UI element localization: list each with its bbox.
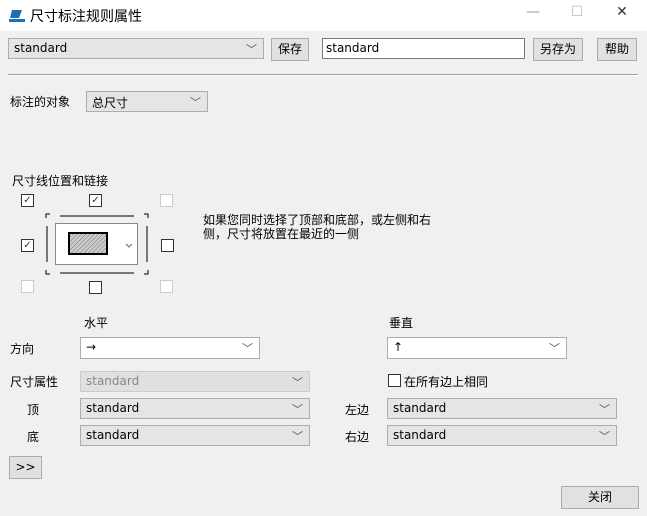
- checkbox-right[interactable]: [161, 239, 174, 252]
- help-button[interactable]: 帮助: [597, 38, 637, 61]
- direction-label: 方向: [10, 342, 35, 356]
- attributes-value: standard: [86, 374, 140, 388]
- same-all-sides-label: 在所有边上相同: [404, 375, 489, 389]
- right-select[interactable]: standard ﹀: [387, 425, 617, 446]
- chevron-down-icon: ﹀: [599, 430, 610, 443]
- vertical-direction-value: ↑: [393, 340, 404, 354]
- same-all-sides-checkbox[interactable]: [388, 374, 401, 387]
- save-button[interactable]: 保存: [271, 38, 309, 61]
- position-note: 如果您同时选择了顶部和底部，或左侧和右侧，尺寸将放置在最近的一侧: [203, 213, 432, 241]
- horizontal-direction-value: →: [86, 340, 97, 354]
- attributes-label: 尺寸属性: [10, 375, 59, 389]
- checkbox-top-right: [160, 194, 173, 207]
- right-label: 右边: [345, 430, 370, 444]
- name-input[interactable]: standard: [322, 38, 525, 59]
- left-label: 左边: [345, 403, 370, 417]
- rule-select[interactable]: standard ﹀: [8, 38, 264, 59]
- close-window-button[interactable]: ✕: [610, 4, 634, 26]
- right-value: standard: [393, 428, 447, 442]
- bottom-value: standard: [86, 428, 140, 442]
- checkbox-bottom[interactable]: [89, 281, 102, 294]
- checkbox-top-left[interactable]: ✓: [21, 194, 34, 207]
- save-as-button[interactable]: 另存为: [533, 38, 583, 61]
- app-icon: [9, 10, 25, 22]
- top-select[interactable]: standard ﹀: [80, 398, 310, 419]
- close-button[interactable]: 关闭: [561, 486, 639, 509]
- minimize-button[interactable]: —: [521, 4, 545, 26]
- chevron-down-icon: ﹀: [549, 342, 560, 355]
- checkbox-bottom-right: [160, 280, 173, 293]
- bottom-label: 底: [27, 430, 40, 444]
- chevron-down-icon: ﹀: [292, 430, 303, 443]
- top-label: 顶: [27, 403, 40, 417]
- attributes-select: standard ﹀: [80, 371, 310, 392]
- title-bar: 尺寸标注规则属性 — ☐ ✕: [0, 0, 647, 31]
- maximize-button[interactable]: ☐: [565, 4, 589, 26]
- divider: [8, 74, 638, 76]
- more-button[interactable]: >>: [9, 456, 42, 479]
- chevron-down-icon: ﹀: [599, 403, 610, 416]
- top-value: standard: [86, 401, 140, 415]
- target-select[interactable]: 总尺寸 ﹀: [86, 91, 208, 112]
- target-value: 总尺寸: [92, 96, 129, 110]
- bottom-select[interactable]: standard ﹀: [80, 425, 310, 446]
- target-label: 标注的对象: [10, 95, 71, 109]
- chevron-down-icon: ﹀: [246, 43, 257, 56]
- chevron-down-icon: ﹀: [242, 342, 253, 355]
- chevron-down-icon: ﹀: [292, 403, 303, 416]
- chevron-down-icon: ﹀: [292, 376, 303, 389]
- checkbox-left[interactable]: ✓: [21, 239, 34, 252]
- dimension-preview-diagram: [45, 213, 149, 275]
- horizontal-label: 水平: [84, 316, 109, 330]
- vertical-direction-select[interactable]: ↑ ﹀: [387, 337, 567, 359]
- window-title: 尺寸标注规则属性: [30, 9, 142, 25]
- position-label: 尺寸线位置和链接: [12, 174, 109, 188]
- left-value: standard: [393, 401, 447, 415]
- left-select[interactable]: standard ﹀: [387, 398, 617, 419]
- checkbox-top[interactable]: ✓: [89, 194, 102, 207]
- vertical-label: 垂直: [389, 316, 414, 330]
- chevron-down-icon: ﹀: [190, 96, 201, 109]
- rule-select-value: standard: [14, 41, 68, 55]
- checkbox-bottom-left: [21, 280, 34, 293]
- horizontal-direction-select[interactable]: → ﹀: [80, 337, 260, 359]
